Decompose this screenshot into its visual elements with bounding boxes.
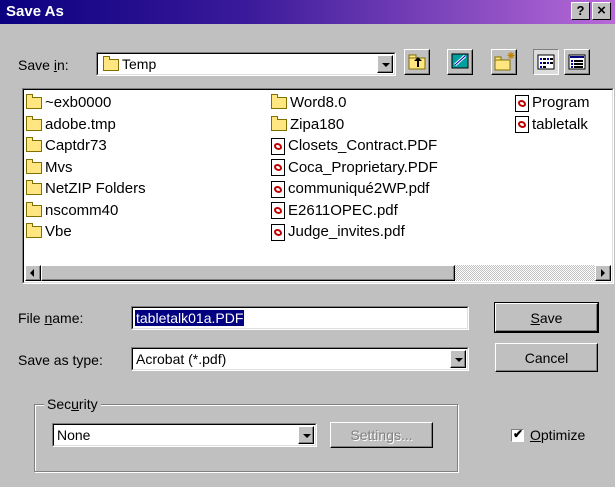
details-view-button[interactable]: [564, 49, 590, 75]
file-list[interactable]: ~exb0000 adobe.tmp Captdr73 Mvs NetZIP Folde…: [22, 88, 614, 284]
item-label: Vbe: [45, 223, 72, 240]
item-label: adobe.tmp: [45, 115, 116, 133]
item-label: Program: [532, 94, 590, 111]
item-label: E2611OPEC.pdf: [288, 201, 398, 219]
pdf-file-icon: [271, 202, 285, 220]
folder-item[interactable]: NetZIP Folders: [26, 179, 146, 199]
up-one-level-button[interactable]: [404, 49, 430, 75]
new-folder-icon: [494, 52, 515, 71]
new-folder-button[interactable]: [491, 49, 517, 75]
folder-icon: [26, 94, 42, 110]
item-label: Captdr73: [45, 137, 107, 154]
horizontal-scrollbar[interactable]: [25, 265, 611, 281]
folder-icon: [103, 56, 119, 72]
folder-icon: [271, 94, 287, 110]
pdf-file-icon: [271, 180, 285, 198]
file-item[interactable]: Judge_invites.pdf: [271, 222, 405, 242]
folder-icon: [26, 201, 42, 217]
pdf-file-icon: [271, 223, 285, 241]
file-item[interactable]: Coca_Proprietary.PDF: [271, 158, 438, 178]
cancel-button[interactable]: Cancel: [495, 343, 598, 372]
item-label: ~exb0000: [45, 94, 112, 111]
folder-icon: [26, 115, 42, 131]
folder-item[interactable]: ~exb0000: [26, 93, 111, 113]
folder-item[interactable]: adobe.tmp: [26, 115, 116, 135]
item-label: Word8.0: [290, 94, 347, 111]
window-title: Save As: [6, 3, 64, 20]
scroll-right-button[interactable]: [595, 265, 611, 281]
security-value: None: [57, 427, 91, 443]
security-label: Security: [44, 396, 101, 412]
file-name-value: tabletalk01a.PDF: [135, 310, 245, 326]
desktop-icon: [451, 53, 469, 69]
pdf-file-icon: [515, 116, 529, 134]
save-button[interactable]: Save: [494, 302, 599, 333]
optimize-checkbox[interactable]: ✔: [511, 427, 524, 442]
optimize-label[interactable]: Optimize: [530, 427, 585, 443]
folder-item[interactable]: Mvs: [26, 158, 73, 178]
save-as-type-combo[interactable]: Acrobat (*.pdf): [131, 347, 469, 371]
title-bar[interactable]: Save As ? ×: [0, 0, 615, 24]
item-label: NetZIP Folders: [45, 180, 146, 197]
chevron-down-icon: [382, 63, 390, 67]
file-item[interactable]: Closets_Contract.PDF: [271, 136, 437, 156]
item-label: Closets_Contract.PDF: [288, 137, 438, 154]
security-combo[interactable]: None: [52, 423, 317, 447]
file-item[interactable]: communiqué2WP.pdf: [271, 179, 429, 199]
up-one-level-icon: [408, 54, 426, 70]
save-as-type-value: Acrobat (*.pdf): [136, 351, 227, 367]
folder-icon: [271, 115, 287, 131]
item-label: communiqué2WP.pdf: [288, 180, 430, 197]
save-in-combo[interactable]: Temp: [96, 52, 396, 76]
item-label: Mvs: [45, 158, 73, 176]
help-button[interactable]: ?: [571, 2, 590, 20]
security-dropdown-button[interactable]: [298, 426, 314, 444]
folder-item[interactable]: Captdr73: [26, 136, 107, 156]
file-item[interactable]: E2611OPEC.pdf: [271, 201, 398, 221]
close-button[interactable]: ×: [592, 2, 611, 20]
save-as-dialog: Save As ? × Save in: Temp ~exb0000 adobe.…: [0, 0, 615, 487]
settings-button[interactable]: Settings...: [330, 422, 433, 448]
folder-item[interactable]: Vbe: [26, 222, 72, 242]
save-in-label: Save in:: [18, 57, 69, 73]
pdf-file-icon: [271, 159, 285, 177]
item-label: Coca_Proprietary.PDF: [288, 158, 438, 176]
desktop-button[interactable]: [447, 49, 473, 75]
save-as-type-label: Save as type:: [18, 352, 103, 368]
save-as-type-dropdown-button[interactable]: [450, 350, 466, 368]
item-label: nscomm40: [45, 201, 119, 219]
pdf-file-icon: [515, 94, 529, 112]
save-in-text: Temp: [122, 56, 157, 72]
file-item[interactable]: tabletalk: [515, 115, 588, 135]
folder-item[interactable]: nscomm40: [26, 201, 118, 221]
chevron-down-icon: [303, 434, 311, 438]
list-view-button[interactable]: [533, 49, 559, 75]
chevron-left-icon: [30, 269, 34, 277]
save-button-label: Save: [530, 309, 563, 326]
folder-icon: [26, 223, 42, 239]
folder-icon: [26, 180, 42, 196]
chevron-right-icon: [601, 269, 605, 277]
folder-icon: [26, 137, 42, 153]
item-label: tabletalk: [532, 115, 588, 133]
folder-icon: [26, 158, 42, 174]
pdf-file-icon: [271, 137, 285, 155]
folder-item[interactable]: Zipa180: [271, 115, 344, 135]
file-name-input[interactable]: tabletalk01a.PDF: [131, 306, 469, 330]
list-view-icon: [537, 54, 555, 70]
item-label: Judge_invites.pdf: [288, 223, 405, 240]
checkmark-icon: ✔: [513, 427, 524, 441]
chevron-down-icon: [455, 358, 463, 362]
save-in-value: Temp: [103, 56, 156, 72]
settings-button-label: Settings...: [350, 427, 413, 443]
save-in-dropdown-button[interactable]: [377, 55, 393, 73]
file-item[interactable]: Program: [515, 93, 590, 113]
folder-item[interactable]: Word8.0: [271, 93, 346, 113]
scroll-left-button[interactable]: [25, 265, 41, 281]
scroll-thumb[interactable]: [41, 265, 455, 281]
details-view-icon: [568, 54, 586, 70]
item-label: Zipa180: [290, 115, 345, 133]
file-name-label: File name:: [18, 310, 84, 326]
